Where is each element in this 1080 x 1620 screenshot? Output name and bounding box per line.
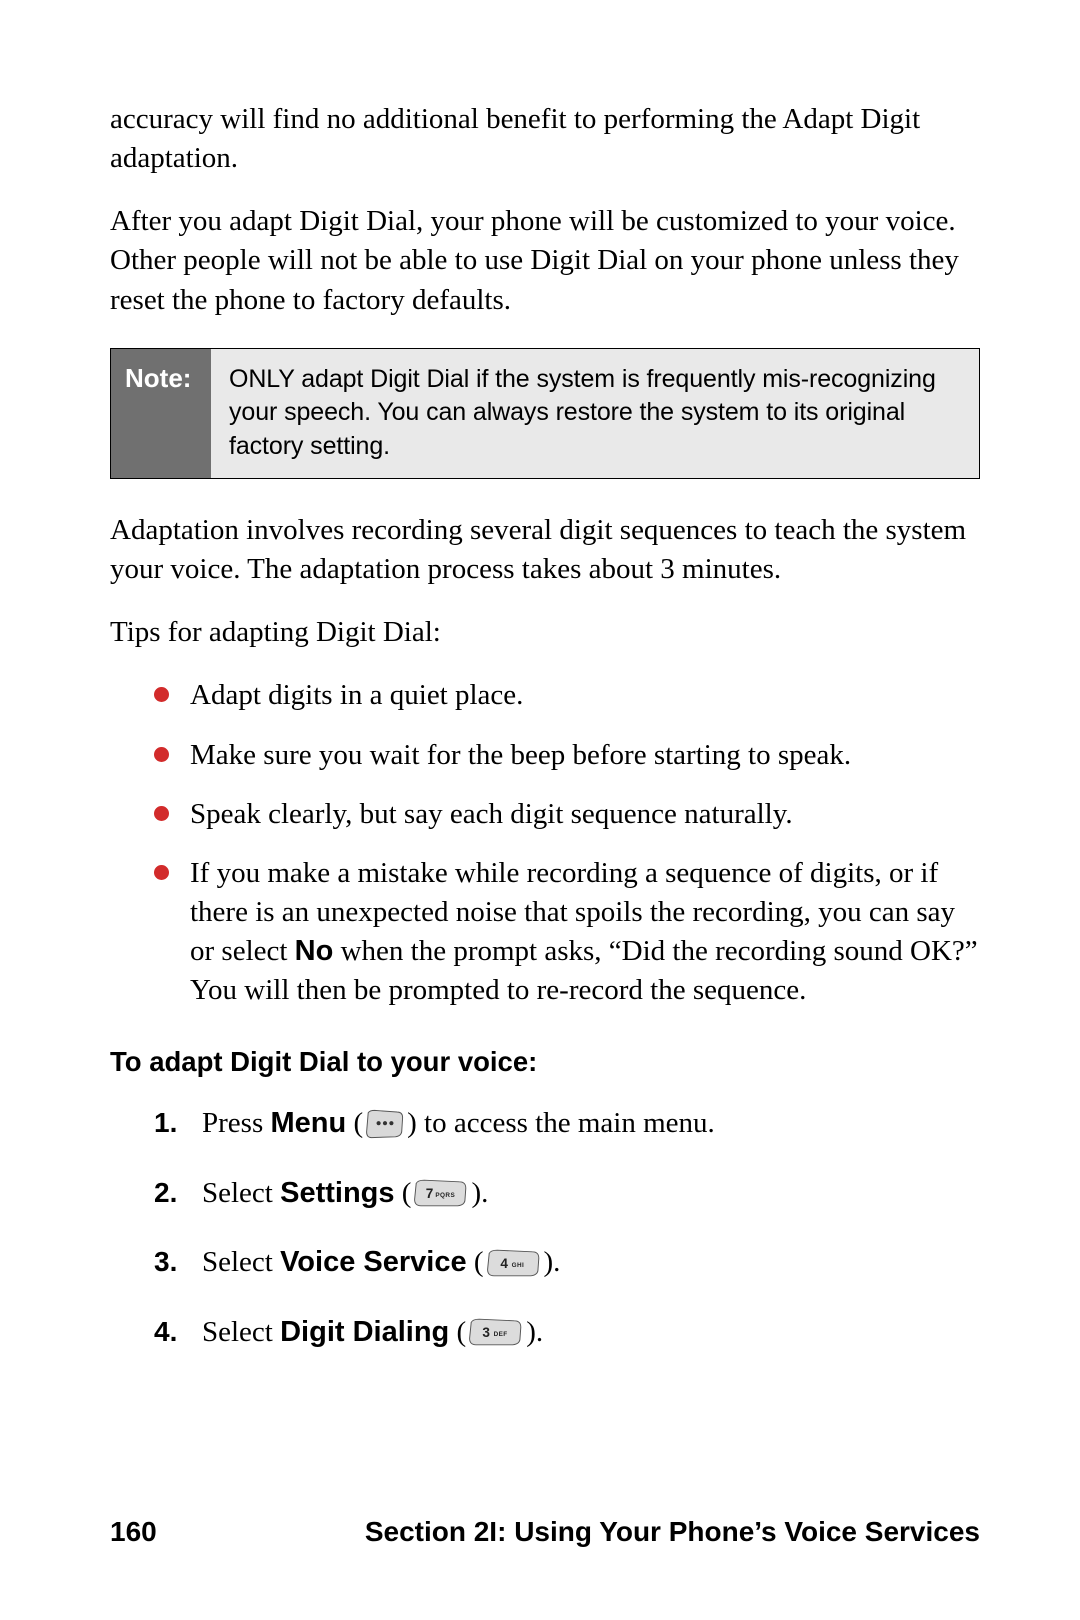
- step-text: Press: [202, 1107, 270, 1139]
- manual-page: accuracy will find no additional benefit…: [0, 0, 1080, 1620]
- paren: (: [346, 1107, 363, 1139]
- paragraph-2: After you adapt Digit Dial, your phone w…: [110, 202, 980, 319]
- tip-item: Speak clearly, but say each digit sequen…: [154, 795, 980, 834]
- svg-text:7: 7: [426, 1186, 434, 1201]
- paragraph-3: Adaptation involves recording several di…: [110, 511, 980, 589]
- note-body: ONLY adapt Digit Dial if the system is f…: [211, 349, 979, 478]
- step-bold: Menu: [270, 1107, 346, 1139]
- step-bold: Voice Service: [280, 1246, 466, 1278]
- section-title: Section 2I: Using Your Phone’s Voice Ser…: [157, 1516, 980, 1548]
- tip-item: Adapt digits in a quiet place.: [154, 676, 980, 715]
- steps-list: Press Menu ( ) to access the main menu. …: [110, 1102, 980, 1354]
- paren: (: [467, 1246, 484, 1278]
- note-box: Note: ONLY adapt Digit Dial if the syste…: [110, 348, 980, 479]
- procedure-heading: To adapt Digit Dial to your voice:: [110, 1046, 980, 1078]
- step-text: Select: [202, 1177, 280, 1209]
- step-2: Select Settings ( 7 PQRS ).: [154, 1172, 980, 1216]
- tip4-bold: No: [295, 935, 334, 967]
- key-7-icon: 7 PQRS: [413, 1178, 469, 1208]
- svg-text:3: 3: [483, 1325, 491, 1340]
- step-bold: Digit Dialing: [280, 1316, 449, 1348]
- paren: (: [449, 1316, 466, 1348]
- step-3: Select Voice Service ( 4 GHI ).: [154, 1241, 980, 1285]
- note-label: Note:: [111, 349, 211, 478]
- step-bold: Settings: [280, 1177, 394, 1209]
- svg-text:PQRS: PQRS: [436, 1192, 456, 1199]
- svg-text:DEF: DEF: [494, 1331, 508, 1338]
- tip-item: If you make a mistake while recording a …: [154, 854, 980, 1011]
- paren: ).: [544, 1246, 561, 1278]
- page-footer: 160 Section 2I: Using Your Phone’s Voice…: [110, 1516, 980, 1548]
- page-number: 160: [110, 1516, 157, 1548]
- step-text: Select: [202, 1246, 280, 1278]
- step-text: Select: [202, 1316, 280, 1348]
- svg-text:GHI: GHI: [511, 1262, 524, 1269]
- tips-list: Adapt digits in a quiet place. Make sure…: [110, 676, 980, 1010]
- paren: ).: [471, 1177, 488, 1209]
- step-text: to access the main menu.: [417, 1107, 715, 1139]
- paragraph-tips-lead: Tips for adapting Digit Dial:: [110, 613, 980, 652]
- paren: ).: [526, 1316, 543, 1348]
- step-1: Press Menu ( ) to access the main menu.: [154, 1102, 980, 1146]
- paren: (: [395, 1177, 412, 1209]
- paren: ): [407, 1107, 417, 1139]
- svg-text:4: 4: [500, 1256, 508, 1271]
- key-4-icon: 4 GHI: [486, 1248, 542, 1278]
- tip-item: Make sure you wait for the beep before s…: [154, 736, 980, 775]
- key-3-icon: 3 DEF: [468, 1317, 524, 1347]
- menu-key-icon: [365, 1108, 405, 1140]
- paragraph-1: accuracy will find no additional benefit…: [110, 100, 980, 178]
- step-4: Select Digit Dialing ( 3 DEF ).: [154, 1311, 980, 1355]
